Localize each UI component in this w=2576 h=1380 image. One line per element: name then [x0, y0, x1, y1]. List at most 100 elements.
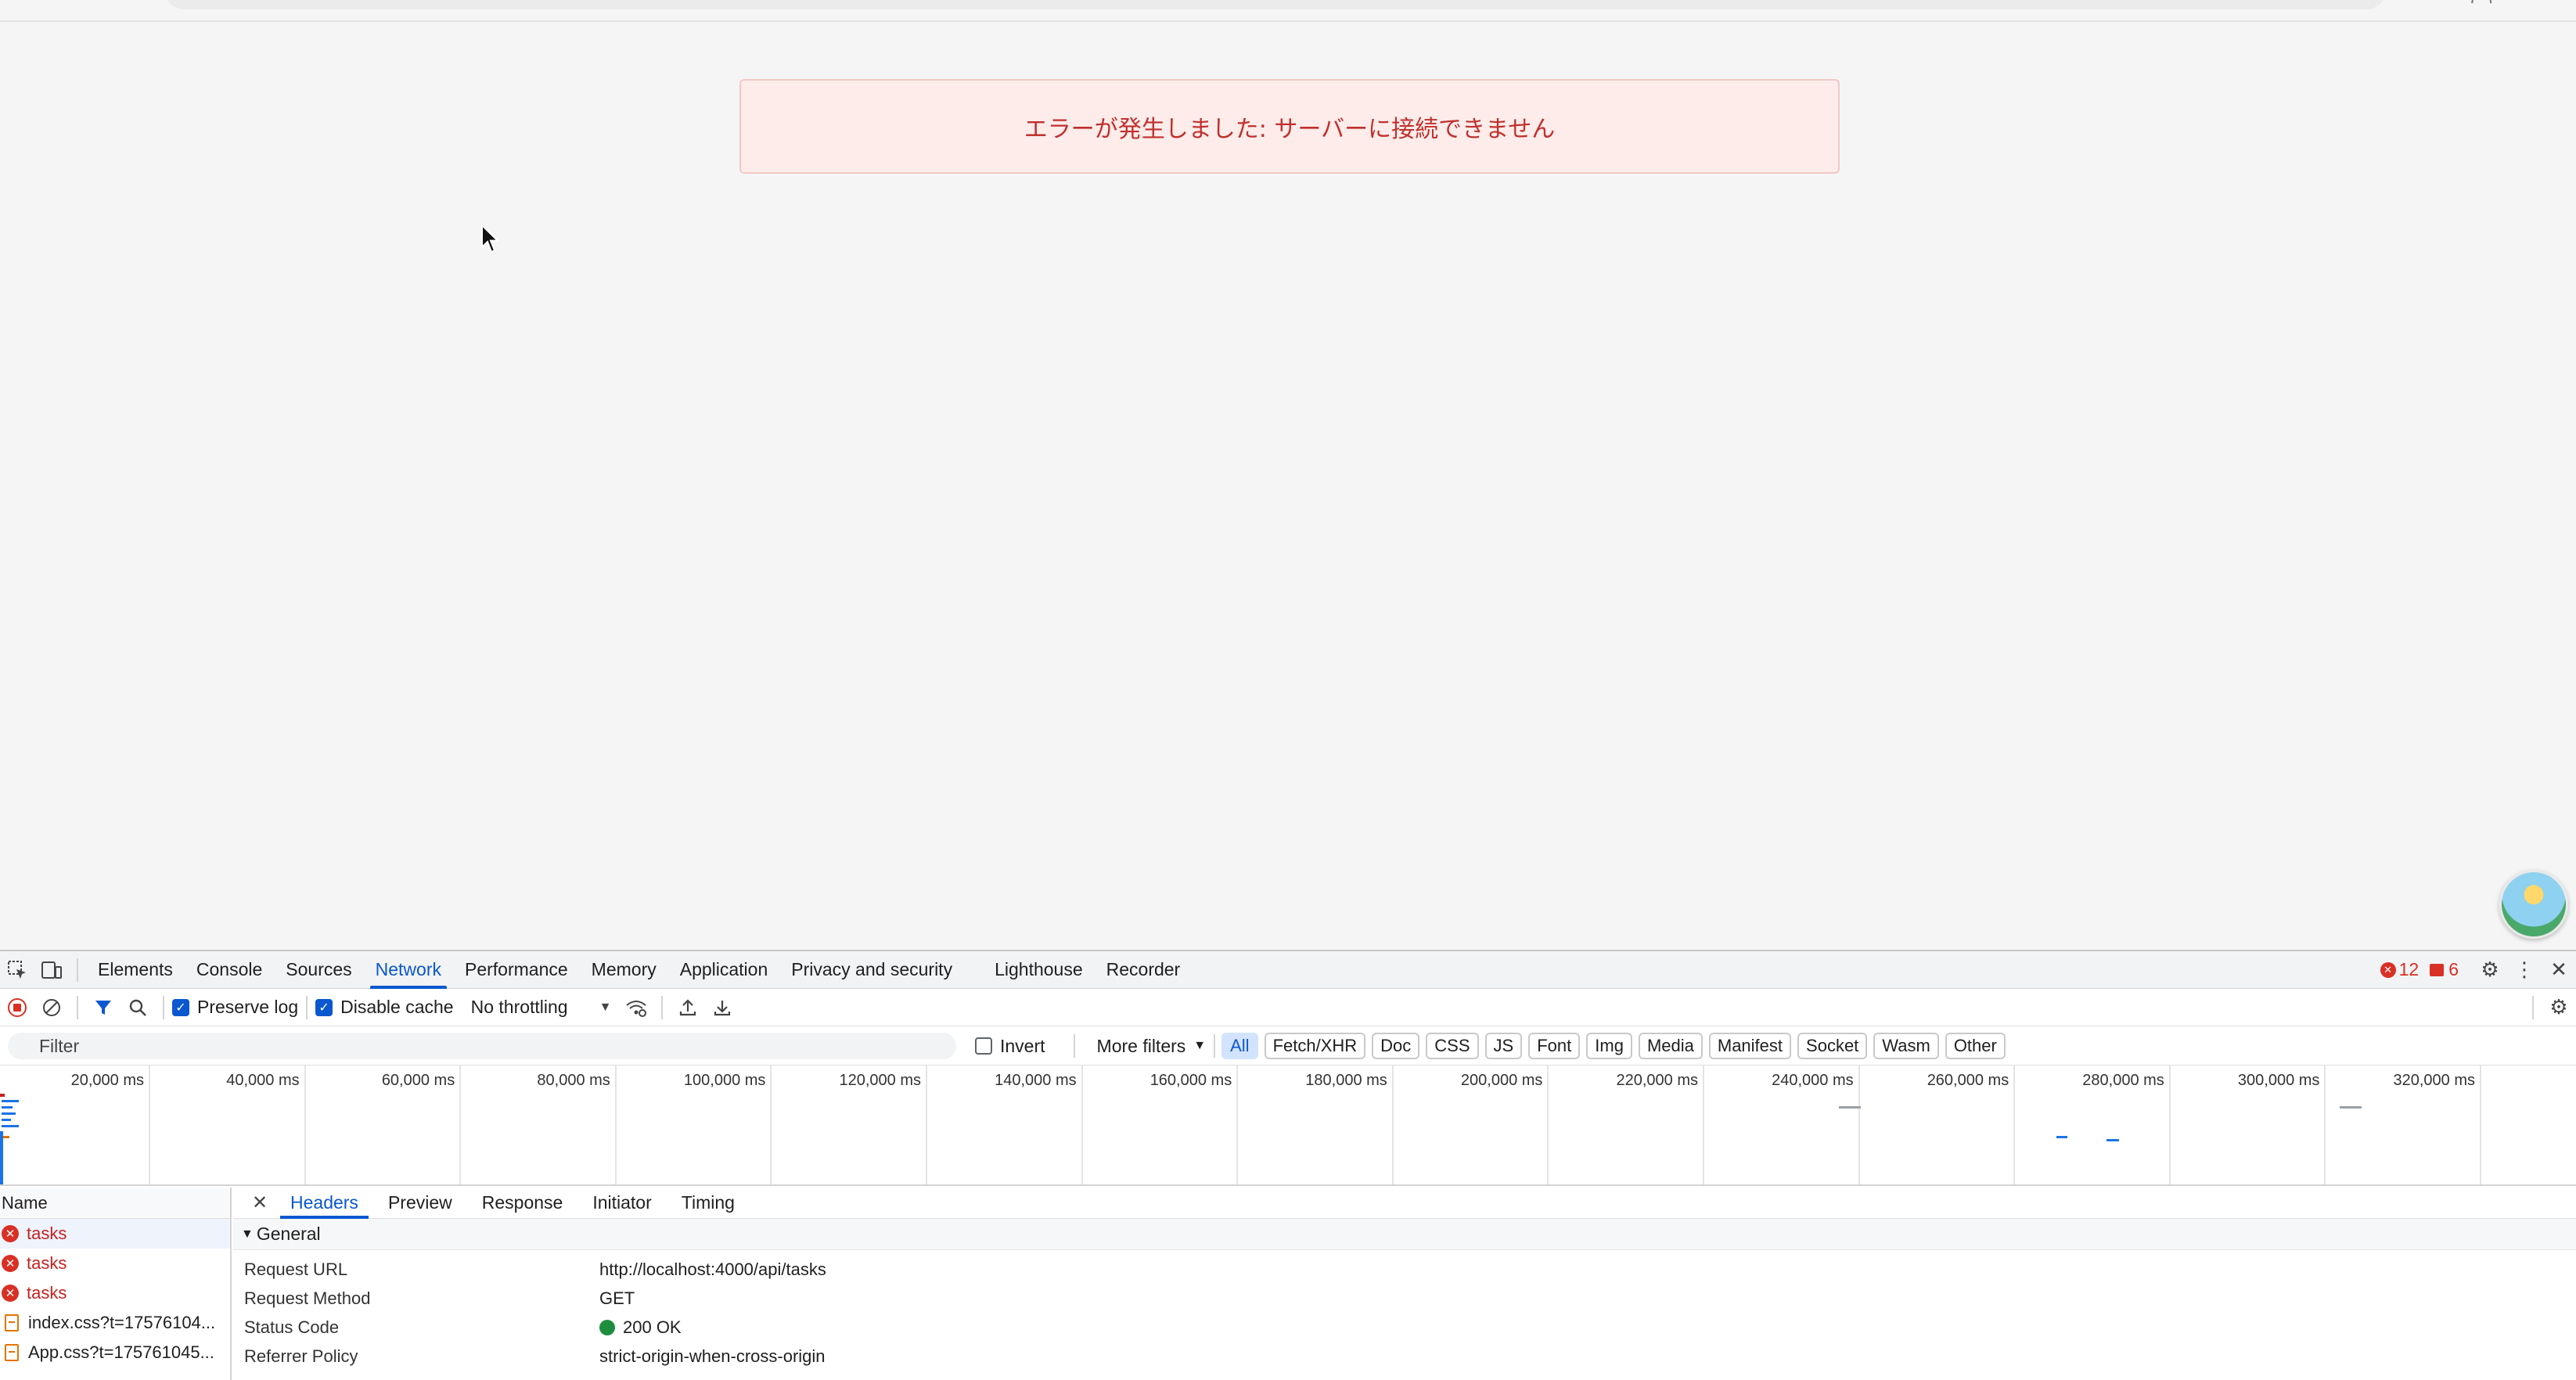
device-toolbar-icon[interactable]	[34, 953, 69, 987]
profile-icon[interactable]: ◠	[2470, 0, 2493, 17]
header-field-value[interactable]: GET	[599, 1288, 635, 1309]
more-filters-dropdown[interactable]: More filters ▼	[1097, 1036, 1207, 1057]
disable-cache-checkbox[interactable]: ✓ Disable cache	[315, 997, 454, 1018]
tab-console[interactable]: Console	[185, 951, 274, 989]
request-name-column: Name ✕ tasks ✕ tasks ✕ tasks index.css?t=17576…	[0, 1188, 232, 1380]
tab-application[interactable]: Application	[668, 951, 780, 989]
error-icon: ✕	[2, 1255, 19, 1272]
timeline-tick-label: 120,000 ms	[839, 1072, 921, 1089]
timeline-request-mark	[2, 1106, 13, 1109]
header-field-value-text: http://localhost:4000/api/tasks	[599, 1259, 826, 1279]
filter-input[interactable]	[8, 1033, 956, 1059]
request-detail-pane: ✕ Headers Preview Response Initiator Timing …	[233, 1188, 2576, 1380]
header-field-value[interactable]: strict-origin-when-cross-origin	[599, 1346, 826, 1367]
search-icon[interactable]	[121, 990, 155, 1025]
devtools-panel: Elements Console Sources Network Performance…	[0, 950, 2576, 1380]
request-list: ✕ tasks ✕ tasks ✕ tasks index.css?t=17576104..…	[0, 1219, 230, 1367]
tab-memory[interactable]: Memory	[580, 951, 668, 989]
timeline-request-mark	[2, 1125, 19, 1127]
tab-privacy-and-security[interactable]: Privacy and security	[779, 951, 964, 989]
filter-funnel-icon[interactable]	[86, 990, 121, 1025]
filter-type-manifest[interactable]: Manifest	[1708, 1033, 1792, 1059]
filter-type-js[interactable]: JS	[1484, 1033, 1523, 1059]
tab-elements[interactable]: Elements	[86, 951, 185, 989]
header-field-request-url: Request URL http://localhost:4000/api/tas…	[233, 1255, 2576, 1284]
timeline-tick-label: 160,000 ms	[1149, 1072, 1232, 1089]
detail-tab-timing[interactable]: Timing	[667, 1188, 750, 1219]
filter-type-doc[interactable]: Doc	[1372, 1033, 1420, 1059]
request-name: tasks	[27, 1253, 67, 1273]
request-row[interactable]: ✕ tasks	[0, 1219, 230, 1249]
filter-type-media[interactable]: Media	[1638, 1033, 1703, 1059]
devtools-tabs: Elements Console Sources Network Performance…	[86, 951, 1192, 989]
tab-lighthouse[interactable]: Lighthouse	[983, 951, 1095, 989]
timeline-tick-label: 180,000 ms	[1305, 1072, 1387, 1089]
detail-tab-response[interactable]: Response	[467, 1188, 578, 1219]
name-column-header[interactable]: Name	[0, 1188, 230, 1219]
request-row[interactable]: ✕ tasks	[0, 1249, 230, 1278]
inspect-element-icon[interactable]	[0, 953, 34, 987]
more-options-icon[interactable]: ⋮	[2507, 953, 2542, 987]
filter-type-css[interactable]: CSS	[1426, 1033, 1479, 1059]
toolbar-separator	[306, 995, 308, 1019]
general-section-toggle[interactable]: ▼ General	[233, 1219, 2576, 1250]
header-field-value[interactable]: 200 OK	[599, 1317, 682, 1338]
issue-count-badge[interactable]: 6	[2430, 959, 2459, 980]
import-har-icon[interactable]	[671, 990, 705, 1025]
detail-tab-headers[interactable]: Headers	[275, 1188, 373, 1219]
request-row[interactable]: App.css?t=175761045...	[0, 1338, 230, 1367]
preserve-log-checkbox[interactable]: ✓ Preserve log	[172, 997, 298, 1018]
header-field-value-text: strict-origin-when-cross-origin	[599, 1346, 826, 1366]
filter-type-img[interactable]: Img	[1586, 1033, 1632, 1059]
settings-gear-icon[interactable]: ⚙	[2473, 953, 2507, 987]
network-conditions-icon[interactable]	[619, 990, 653, 1025]
address-bar[interactable]	[164, 0, 2387, 9]
throttling-select[interactable]: No throttling ▼	[471, 997, 612, 1018]
timeline-request-mark	[2340, 1106, 2362, 1109]
header-field-value[interactable]: http://localhost:4000/api/tasks	[599, 1260, 826, 1280]
filter-type-font[interactable]: Font	[1528, 1033, 1581, 1059]
detail-tab-initiator[interactable]: Initiator	[577, 1188, 666, 1219]
timeline-request-mark	[2, 1119, 11, 1121]
throttling-value: No throttling	[470, 997, 568, 1017]
network-overview-timeline[interactable]: 20,000 ms 40,000 ms 60,000 ms 80,000 ms 100,…	[0, 1066, 2576, 1186]
header-field-key: Referrer Policy	[244, 1346, 358, 1366]
tab-performance[interactable]: Performance	[453, 951, 580, 989]
filter-type-other[interactable]: Other	[1945, 1033, 2006, 1059]
clear-log-icon[interactable]	[34, 990, 69, 1025]
close-devtools-icon[interactable]: ✕	[2542, 953, 2576, 987]
filter-type-fetch-xhr[interactable]: Fetch/XHR	[1264, 1033, 1366, 1059]
timeline-gridline	[2480, 1066, 2481, 1184]
resource-type-filters: All Fetch/XHR Doc CSS JS Font Img Media Manifest…	[1221, 1033, 2012, 1059]
network-settings-gear-icon[interactable]: ⚙	[2542, 990, 2576, 1025]
timeline-gridline	[2324, 1066, 2326, 1184]
detail-tab-preview[interactable]: Preview	[373, 1188, 467, 1219]
tab-network[interactable]: Network	[364, 951, 453, 989]
header-field-key: Request URL	[244, 1259, 348, 1279]
timeline-tick-label: 280,000 ms	[2082, 1072, 2164, 1089]
request-row[interactable]: index.css?t=17576104...	[0, 1308, 230, 1338]
record-stop-icon[interactable]	[0, 990, 34, 1025]
error-count-badge[interactable]: ✕ 12	[2380, 959, 2419, 980]
extension-avatar-icon[interactable]	[2499, 870, 2568, 939]
filter-type-wasm[interactable]: Wasm	[1873, 1033, 1939, 1059]
tab-recorder[interactable]: Recorder	[1095, 951, 1193, 989]
export-har-icon[interactable]	[705, 990, 739, 1025]
request-name: App.css?t=175761045...	[28, 1342, 214, 1362]
filter-separator	[1073, 1034, 1075, 1058]
invert-checkbox[interactable]: Invert	[975, 1036, 1045, 1057]
tab-sources[interactable]: Sources	[274, 951, 363, 989]
timeline-gridline	[770, 1066, 772, 1184]
timeline-request-mark	[2, 1100, 19, 1102]
close-detail-icon[interactable]: ✕	[244, 1186, 275, 1220]
header-field-request-method: Request Method GET	[233, 1284, 2576, 1313]
request-name: index.css?t=17576104...	[28, 1313, 216, 1332]
status-ok-icon	[599, 1319, 615, 1335]
filter-separator	[1214, 1034, 1216, 1058]
request-row[interactable]: ✕ tasks	[0, 1278, 230, 1308]
filter-type-all[interactable]: All	[1221, 1033, 1258, 1059]
issue-flag-icon	[2430, 963, 2445, 976]
filter-type-socket[interactable]: Socket	[1797, 1033, 1868, 1059]
error-count: 12	[2398, 959, 2419, 979]
timeline-request-mark	[3, 1136, 9, 1138]
